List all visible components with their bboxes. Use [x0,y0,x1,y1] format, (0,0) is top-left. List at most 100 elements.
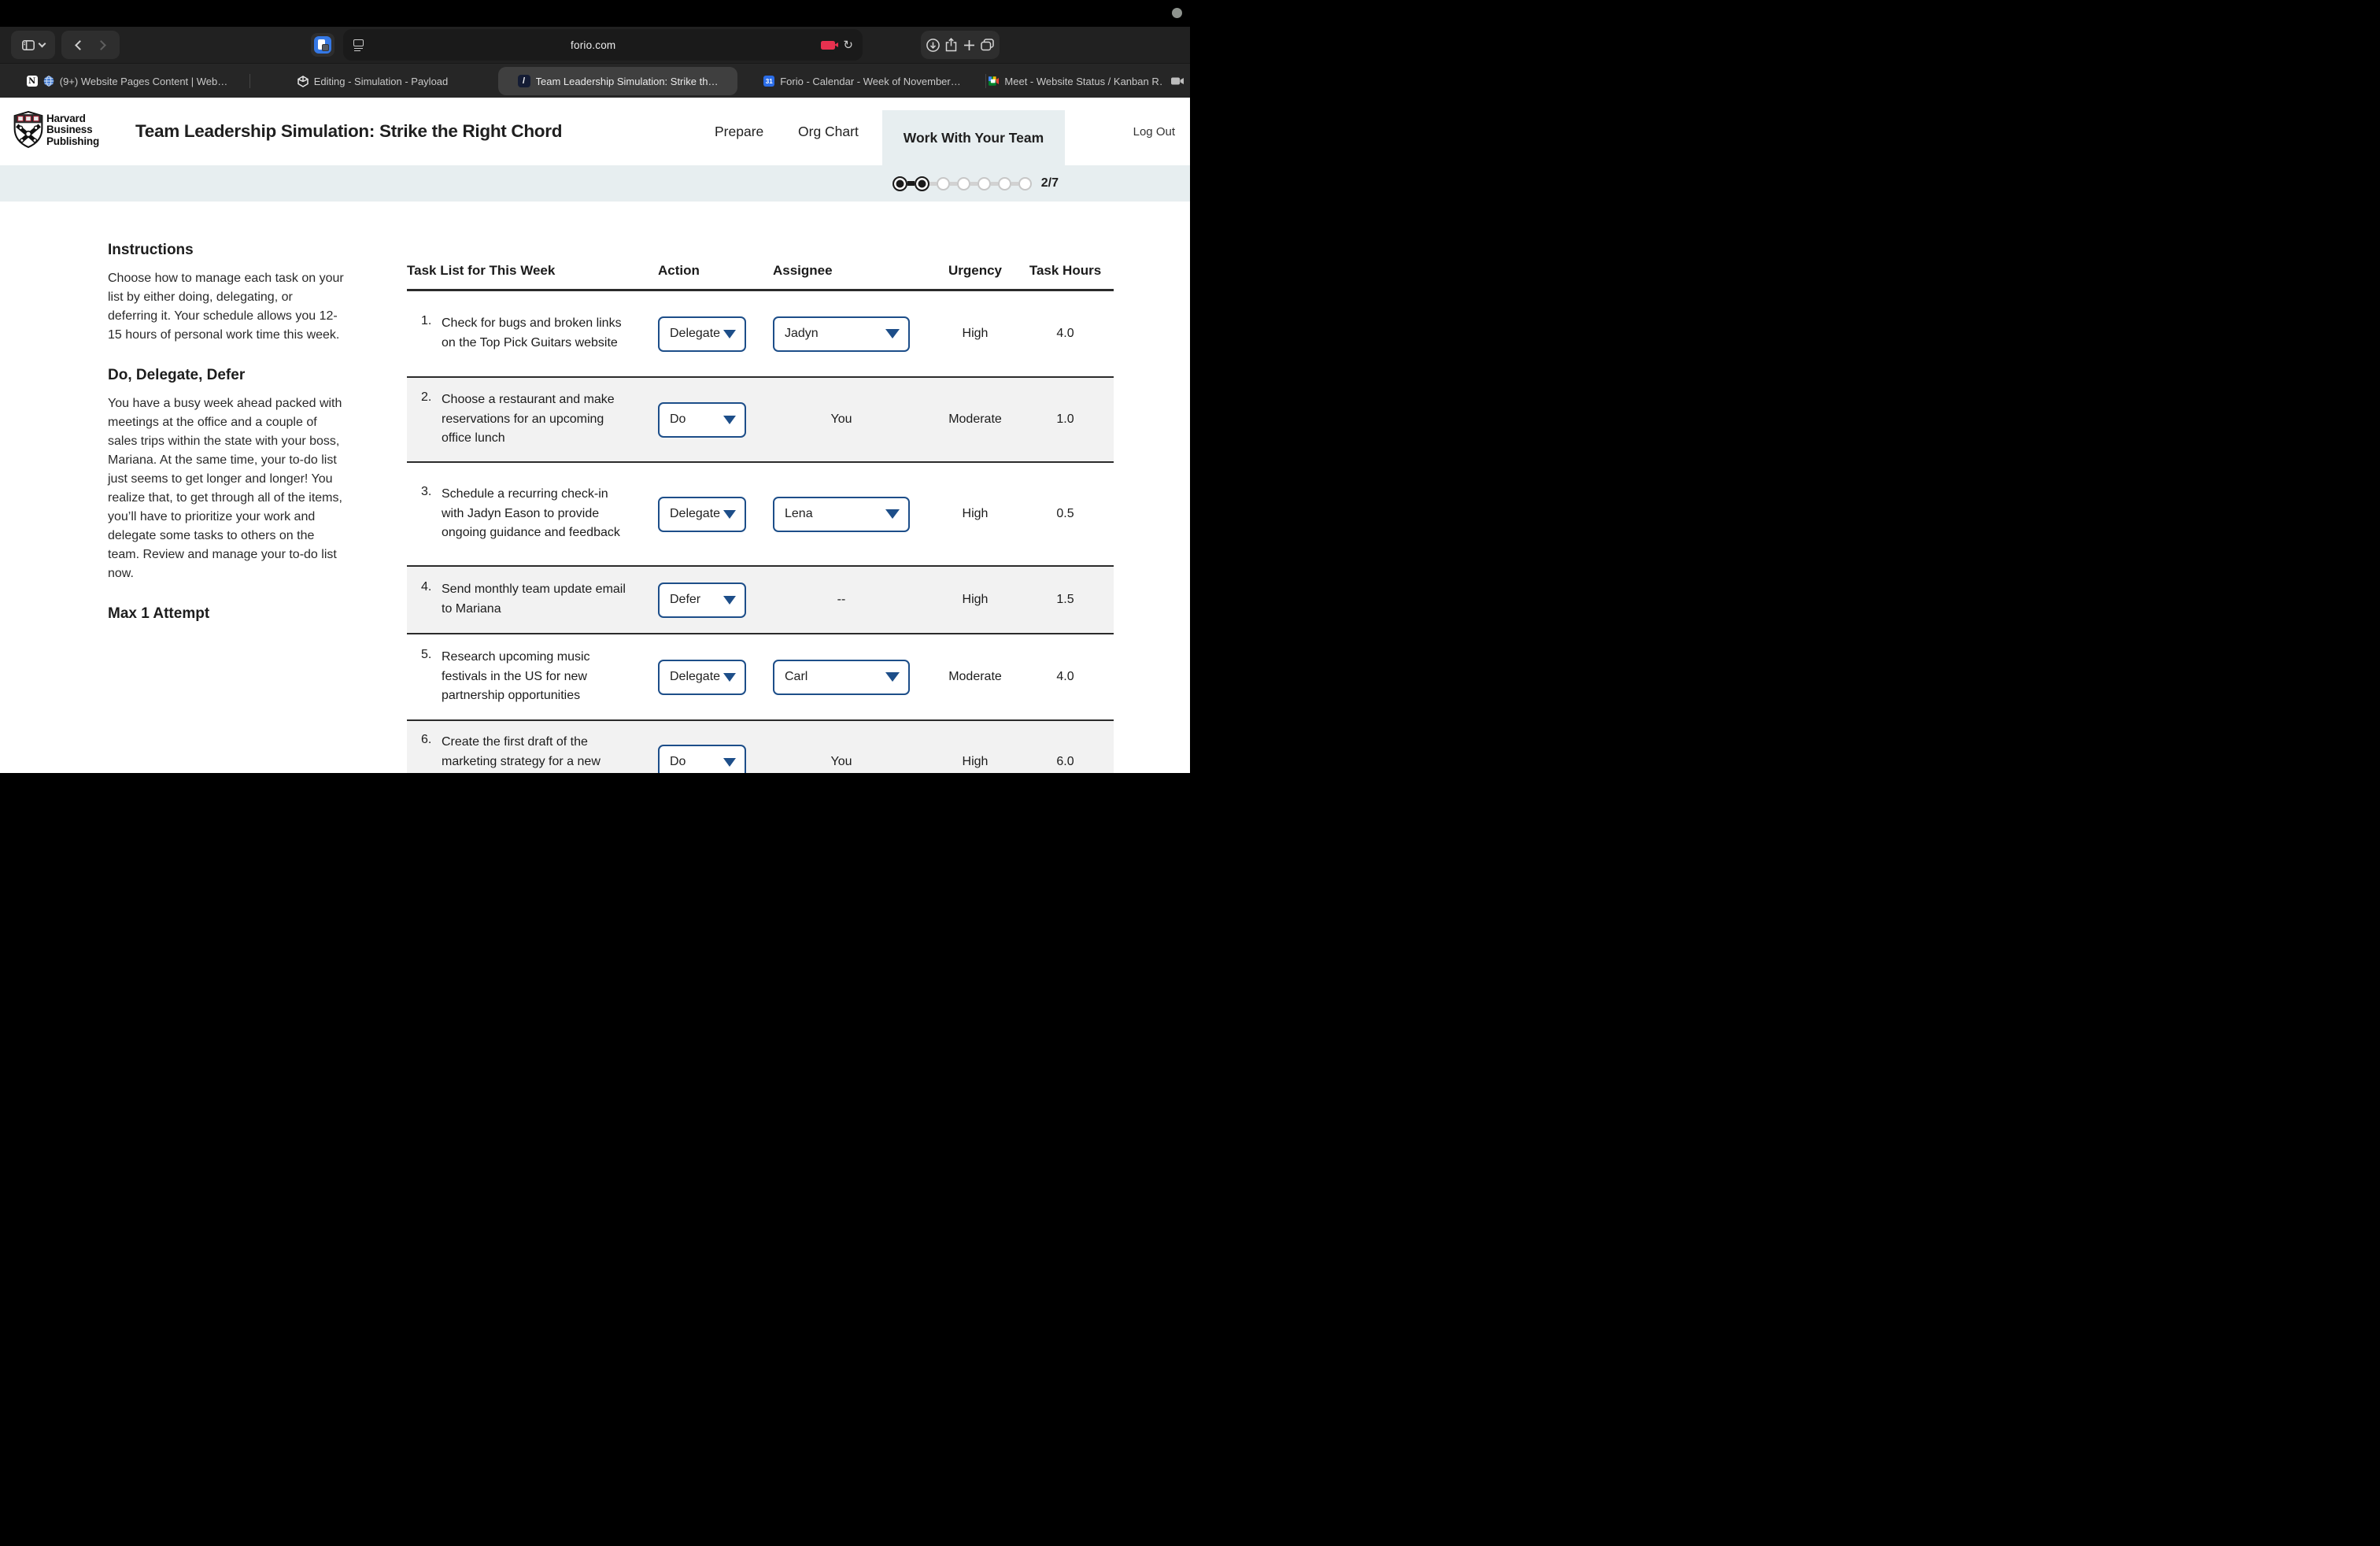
assignee-dropdown[interactable]: Jadyn [773,316,910,352]
tab-website-pages[interactable]: N (9+) Website Pages Content | Web… [8,67,246,95]
urgency-value: Moderate [933,412,1017,427]
nav-org-chart[interactable]: Org Chart [798,98,859,165]
google-meet-icon [989,76,999,86]
tab-title: Meet - Website Status / Kanban R… [1004,76,1162,87]
instructions-text: Choose how to manage each task on your l… [108,269,346,345]
url-bar[interactable]: forio.com ↻ [343,29,863,61]
tab-meet[interactable]: Meet - Website Status / Kanban R… [989,67,1184,95]
toolbar-actions [921,31,1000,59]
globe-icon [43,76,54,87]
dropdown-arrow-icon [885,509,900,519]
dropdown-arrow-icon [723,596,736,605]
dropdown-arrow-icon [723,673,736,682]
hours-value: 0.5 [1017,507,1114,521]
action-dropdown[interactable]: Delegate [658,660,746,695]
task-table-header: Task List for This Week Action Assignee … [407,253,1114,291]
sidebar-toggle-button[interactable] [11,31,55,59]
camera-active-icon[interactable] [821,41,835,50]
progress-step-todo [937,177,950,190]
assignee-value: You [773,412,910,427]
hours-value: 4.0 [1017,327,1114,341]
logout-link[interactable]: Log Out [1133,98,1175,165]
progress-connector [929,182,937,186]
sidebar-icon [22,40,35,50]
assignee-dropdown[interactable]: Lena [773,497,910,532]
hbp-logo-text: Harvard Business Publishing [46,111,99,148]
action-dropdown[interactable]: Delegate [658,316,746,352]
task-number: 5. [421,648,435,706]
tab-payload-editing[interactable]: Editing - Simulation - Payload [253,67,493,95]
task-number: 3. [421,485,435,543]
tab-strip: N (9+) Website Pages Content | Web… Edit… [0,63,1190,98]
hours-value: 4.0 [1017,670,1114,684]
action-dropdown[interactable]: Delegate [658,497,746,532]
dropdown-arrow-icon [723,416,736,424]
tab-forio-calendar[interactable]: 31 Forio - Calendar - Week of November… [742,67,982,95]
window-top-strip [0,0,1190,27]
new-tab-icon[interactable] [963,39,975,51]
task-text: Choose a restaurant and make reservation… [442,390,626,449]
tab-title: (9+) Website Pages Content | Web… [60,76,228,87]
progress-connector [991,182,998,186]
progress-connector [970,182,978,186]
progress-connector [907,181,915,186]
instructions-heading: Instructions [108,242,346,259]
tab-overview-icon[interactable] [981,39,994,51]
google-calendar-icon: 31 [763,76,774,87]
task-text: Check for bugs and broken links on the T… [442,314,626,353]
reload-icon[interactable]: ↻ [843,38,853,52]
tab-separator [249,74,250,88]
dropdown-arrow-icon [723,330,736,338]
assignee-value: -- [773,593,910,607]
share-icon[interactable] [945,38,957,52]
simulation-page: Harvard Business Publishing Team Leaders… [0,98,1190,773]
task-table: Task List for This Week Action Assignee … [407,253,1114,773]
password-extension-button[interactable] [311,33,334,57]
forward-icon[interactable] [96,40,106,50]
back-icon[interactable] [75,40,85,50]
col-task-header: Task List for This Week [407,263,658,279]
hbp-shield-icon [13,111,43,148]
progress-step-done [893,176,907,191]
col-urgency-header: Urgency [933,263,1017,279]
tab-separator [985,74,986,88]
tab-camera-icon [1171,77,1184,85]
urgency-value: High [933,755,1017,769]
action-dropdown[interactable]: Do [658,402,746,438]
dropdown-arrow-icon [885,329,900,338]
task-text: Research upcoming music festivals in the… [442,648,626,706]
urgency-value: High [933,327,1017,341]
progress-connector [950,182,957,186]
page-settings-icon[interactable] [353,39,365,51]
task-number: 2. [421,390,435,449]
max-attempt-heading: Max 1 Attempt [108,605,346,623]
tab-title: Editing - Simulation - Payload [314,76,449,87]
tab-title: Team Leadership Simulation: Strike th… [536,76,719,87]
dropdown-arrow-icon [885,672,900,682]
task-number: 1. [421,314,435,353]
progress-band: 2/7 [0,165,1190,202]
do-delegate-defer-heading: Do, Delegate, Defer [108,367,346,384]
action-dropdown[interactable]: Defer [658,583,746,618]
nav-prepare[interactable]: Prepare [715,98,763,165]
task-number: 6. [421,733,435,773]
assignee-dropdown[interactable]: Carl [773,660,910,695]
hours-value: 1.0 [1017,412,1114,427]
tab-title: Forio - Calendar - Week of November… [780,76,961,87]
progress-step-todo [978,177,991,190]
progress-connector [1011,182,1018,186]
downloads-icon[interactable] [926,39,940,52]
action-dropdown[interactable]: Do [658,745,746,774]
payload-icon [298,76,309,87]
task-text: Create the first draft of the marketing … [442,733,626,773]
table-row: 3.Schedule a recurring check-in with Jad… [407,461,1114,565]
tab-team-leadership-sim-active[interactable]: / Team Leadership Simulation: Strike th… [498,67,737,95]
forio-slash-icon: / [518,75,530,87]
page-header: Harvard Business Publishing Team Leaders… [0,98,1190,165]
nav-work-with-your-team[interactable]: Work With Your Team [882,110,1065,165]
dropdown-arrow-icon [723,510,736,519]
progress-step-todo [998,177,1011,190]
browser-toolbar: forio.com ↻ [0,27,1190,63]
chevron-down-icon [38,40,46,48]
page-title: Team Leadership Simulation: Strike the R… [135,98,562,165]
